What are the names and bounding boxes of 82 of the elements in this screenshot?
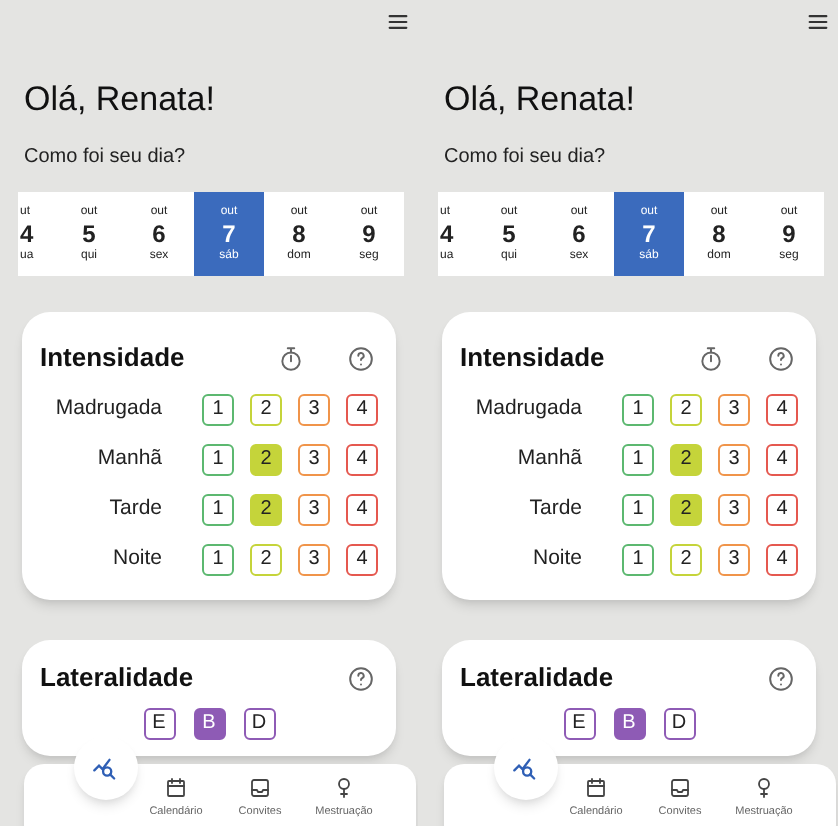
day-number: 7: [222, 220, 236, 248]
level-option[interactable]: 1: [202, 393, 234, 425]
help-icon[interactable]: [768, 665, 794, 691]
chart-magnifier-icon: [92, 754, 120, 782]
day-number: 6: [152, 220, 166, 248]
level-option[interactable]: 2: [670, 443, 702, 475]
day-number: 7: [642, 220, 656, 248]
level-option[interactable]: 2: [670, 493, 702, 525]
greeting-question: Como foi seu dia?: [442, 146, 608, 170]
stopwatch-icon: [278, 345, 304, 371]
row-label: Noite: [530, 543, 584, 574]
calendar-icon: [584, 776, 608, 800]
stopwatch-icon: [698, 345, 724, 371]
row-label: Tarde: [107, 493, 164, 524]
day-number: 4: [440, 220, 454, 248]
level-option[interactable]: 4: [346, 443, 378, 475]
level-option[interactable]: 3: [298, 393, 330, 425]
day-number: 5: [82, 220, 96, 248]
level-option[interactable]: 3: [298, 443, 330, 475]
level-option[interactable]: 3: [718, 443, 750, 475]
day-number: 6: [572, 220, 586, 248]
help-icon[interactable]: [348, 345, 374, 371]
level-option[interactable]: 1: [202, 443, 234, 475]
level-option[interactable]: 4: [766, 393, 798, 425]
level-option[interactable]: 4: [766, 443, 798, 475]
level-option[interactable]: 1: [202, 493, 234, 525]
level-option[interactable]: 3: [718, 493, 750, 525]
card-title: Lateralidade: [460, 660, 616, 697]
card-title: Intensidade: [460, 340, 607, 377]
level-option[interactable]: 4: [346, 393, 378, 425]
greeting-title: Olá, Renata!: [442, 80, 637, 120]
laterality-option[interactable]: E: [563, 708, 595, 740]
level-option[interactable]: 1: [622, 393, 654, 425]
card-title: Lateralidade: [40, 660, 196, 697]
level-option[interactable]: 4: [766, 493, 798, 525]
card-title: Intensidade: [40, 340, 187, 377]
row-label: Manhã: [515, 443, 584, 474]
day-number: 9: [362, 220, 376, 248]
level-option[interactable]: 3: [298, 543, 330, 575]
calendar-icon: [164, 776, 188, 800]
day-number: 8: [292, 220, 306, 248]
laterality-option[interactable]: E: [143, 708, 175, 740]
row-label: Tarde: [527, 493, 584, 524]
greeting-question: Como foi seu dia?: [22, 146, 188, 170]
greeting-title: Olá, Renata!: [22, 80, 217, 120]
row-label: Madrugada: [473, 393, 584, 424]
level-option[interactable]: 2: [250, 393, 282, 425]
laterality-option[interactable]: B: [193, 708, 225, 740]
inbox-icon: [668, 776, 692, 800]
day-number: 4: [20, 220, 34, 248]
inbox-icon: [248, 776, 272, 800]
laterality-option[interactable]: D: [663, 708, 695, 740]
day-number: 5: [502, 220, 516, 248]
level-option[interactable]: 4: [766, 543, 798, 575]
level-option[interactable]: 3: [718, 543, 750, 575]
row-label: Manhã: [95, 443, 164, 474]
level-option[interactable]: 3: [298, 493, 330, 525]
day-number: 9: [782, 220, 796, 248]
level-option[interactable]: 2: [670, 393, 702, 425]
female-symbol-icon: [332, 776, 356, 800]
level-option[interactable]: 1: [622, 493, 654, 525]
level-option[interactable]: 2: [250, 543, 282, 575]
row-label: Madrugada: [53, 393, 164, 424]
laterality-option[interactable]: D: [243, 708, 275, 740]
help-icon[interactable]: [768, 345, 794, 371]
level-option[interactable]: 3: [718, 393, 750, 425]
level-option[interactable]: 2: [250, 443, 282, 475]
chart-magnifier-icon: [512, 754, 540, 782]
level-option[interactable]: 4: [346, 493, 378, 525]
level-option[interactable]: 1: [622, 443, 654, 475]
level-option[interactable]: 4: [346, 543, 378, 575]
female-symbol-icon: [752, 776, 776, 800]
level-option[interactable]: 1: [202, 543, 234, 575]
laterality-option[interactable]: B: [613, 708, 645, 740]
help-icon[interactable]: [348, 665, 374, 691]
row-label: Noite: [110, 543, 164, 574]
day-number: 8: [712, 220, 726, 248]
level-option[interactable]: 2: [670, 543, 702, 575]
menu-icon[interactable]: [386, 12, 410, 32]
menu-icon[interactable]: [806, 12, 830, 32]
level-option[interactable]: 2: [250, 493, 282, 525]
level-option[interactable]: 1: [622, 543, 654, 575]
